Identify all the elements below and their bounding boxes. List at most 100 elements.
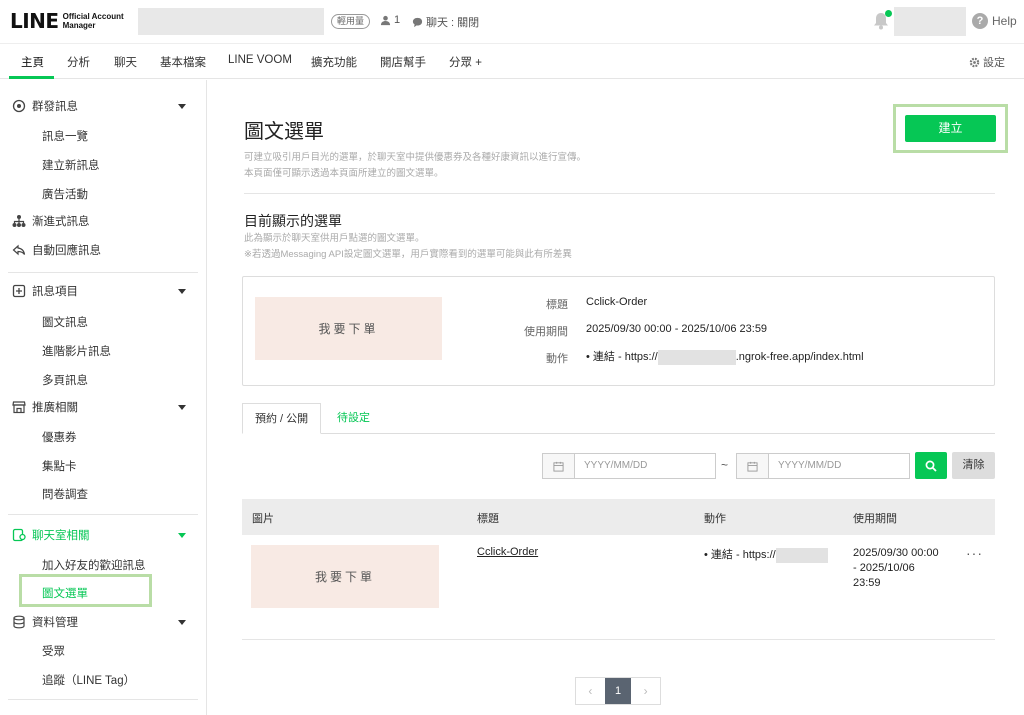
active-tab-indicator (9, 76, 54, 79)
sidebar-group-broadcast-label: 群發訊息 (32, 101, 78, 113)
sidebar-item-card-message[interactable]: 圖文訊息 (42, 314, 88, 330)
redacted-url (657, 349, 736, 365)
current-menu-description-line-1: 此為顯示於聊天室供用戶點選的圖文選單。 (244, 233, 425, 244)
line-logo[interactable]: LINE Official Account Manager (10, 9, 124, 33)
date-separator: ~ (721, 458, 729, 472)
sidebar-item-multi-page-message[interactable]: 多頁訊息 (42, 372, 88, 388)
plus-box-icon (12, 284, 26, 298)
sidebar-item-tracking[interactable]: 追蹤（LINE Tag） (42, 672, 135, 688)
sidebar-item-new-message[interactable]: 建立新訊息 (42, 157, 100, 173)
tab-chat[interactable]: 聊天 (114, 54, 137, 70)
row-action-prefix: 連結 - https:// (710, 549, 776, 561)
notification-dot (885, 10, 892, 17)
search-button[interactable] (915, 452, 947, 479)
help-label: Help (992, 14, 1017, 28)
sidebar-divider (8, 699, 198, 700)
notification-bell-icon[interactable] (873, 10, 892, 30)
reply-icon (12, 244, 26, 256)
tab-profile[interactable]: 基本檔案 (160, 54, 206, 70)
tab-analytics[interactable]: 分析 (67, 54, 90, 70)
end-date-field[interactable]: YYYY/MM/DD (736, 453, 910, 479)
rich-menu-thumbnail-text: 我要下單 (318, 322, 379, 336)
title-label: 標題 (546, 299, 568, 311)
tab-shop-helper[interactable]: 開店幫手 (380, 54, 426, 70)
main-nav: 主頁 分析 聊天 基本檔案 LINE VOOM 擴充功能 開店幫手 分眾 + (0, 44, 1024, 79)
sidebar-item-welcome-message[interactable]: 加入好友的歡迎訊息 (42, 557, 146, 573)
tab-line-voom[interactable]: LINE VOOM (228, 54, 292, 66)
row-thumbnail[interactable]: 我要下單 (251, 545, 439, 608)
action-label: 動作 (546, 353, 568, 365)
sidebar-group-chatroom-label: 聊天室相關 (32, 530, 90, 542)
sidebar-item-message-list[interactable]: 訊息一覽 (42, 128, 88, 144)
start-date-field[interactable]: YYYY/MM/DD (542, 453, 716, 479)
sidebar-divider (8, 272, 198, 273)
title-value: Cclick-Order (586, 296, 648, 308)
search-icon (925, 460, 937, 472)
chat-status-text: 聊天 : 關閉 (426, 17, 480, 29)
friends-count-value: 1 (394, 14, 401, 26)
sidebar-item-audience[interactable]: 受眾 (42, 643, 65, 659)
sidebar-item-auto-reply-label: 自動回應訊息 (32, 245, 101, 257)
row-title-link[interactable]: Cclick-Order (477, 546, 538, 558)
tab-pending[interactable]: 待設定 (325, 403, 382, 434)
column-header-title: 標題 (477, 513, 499, 525)
user-account-box[interactable] (894, 7, 966, 36)
chevron-down-icon[interactable] (178, 620, 186, 625)
broadcast-icon (12, 99, 26, 113)
plan-badge: 輕用量 (331, 14, 371, 29)
logo-subtext: Official Account Manager (63, 12, 124, 30)
prev-page-button[interactable]: ‹ (576, 678, 605, 704)
settings-link[interactable]: 設定 (969, 54, 1005, 70)
page-title: 圖文選單 (244, 121, 324, 143)
sidebar-group-broadcast[interactable]: 群發訊息 (12, 98, 78, 114)
sidebar-item-video-message[interactable]: 進階影片訊息 (42, 343, 111, 359)
status-tabs: 預約 / 公開 待設定 (242, 403, 995, 434)
tab-home[interactable]: 主頁 (21, 54, 44, 70)
logo-subtext-1: Official Account (62, 12, 124, 21)
chevron-down-icon[interactable] (178, 289, 186, 294)
sidebar-group-data-management[interactable]: 資料管理 (12, 614, 78, 630)
next-page-button[interactable]: › (631, 678, 660, 704)
rich-menu-highlight-box (19, 574, 152, 607)
chevron-down-icon[interactable] (178, 533, 186, 538)
settings-label: 設定 (983, 57, 1005, 69)
sidebar-item-coupon[interactable]: 優惠券 (42, 429, 77, 445)
column-header-action: 動作 (704, 513, 726, 525)
more-options-icon[interactable]: ··· (966, 545, 983, 561)
sidebar-group-message-items[interactable]: 訊息項目 (12, 283, 78, 299)
sidebar-item-auto-reply[interactable]: 自動回應訊息 (12, 242, 101, 258)
sidebar-group-promotion[interactable]: 推廣相關 (12, 399, 78, 415)
sidebar-item-step-messages[interactable]: 漸進式訊息 (12, 213, 90, 229)
main-content: 圖文選單 可建立吸引用戶目光的選單，於聊天室中提供優惠券及各種好康資訊以進行宣傳… (208, 80, 1024, 715)
chevron-down-icon[interactable] (178, 405, 186, 410)
sidebar-group-chatroom[interactable]: 聊天室相關 (12, 527, 90, 543)
table-header: 圖片 標題 動作 使用期間 (242, 499, 995, 535)
sidebar-item-survey[interactable]: 問卷調查 (42, 486, 88, 502)
sidebar-item-point-card[interactable]: 集點卡 (42, 458, 77, 474)
rich-menu-thumbnail: 我要下單 (255, 297, 442, 360)
tab-published[interactable]: 預約 / 公開 (242, 403, 322, 434)
sidebar-item-ads[interactable]: 廣告活動 (42, 186, 88, 202)
create-button-highlight: 建立 (893, 104, 1008, 153)
clear-button[interactable]: 清除 (952, 452, 995, 479)
tab-segments[interactable]: 分眾 + (449, 54, 482, 70)
row-period: 2025/09/30 00:00 - 2025/10/06 23:59 (853, 546, 939, 591)
row-action: • 連結 - https:// (704, 546, 828, 563)
chat-bubble-icon (412, 17, 423, 27)
sidebar-item-step-messages-label: 漸進式訊息 (32, 216, 90, 228)
chevron-down-icon[interactable] (178, 104, 186, 109)
help-link[interactable]: ? Help (972, 13, 1017, 29)
start-date-placeholder: YYYY/MM/DD (584, 460, 648, 471)
page-description: 可建立吸引用戶目光的選單，於聊天室中提供優惠券及各種好康資訊以進行宣傳。 本頁面… (244, 150, 586, 182)
tab-extensions[interactable]: 擴充功能 (311, 54, 357, 70)
create-button[interactable]: 建立 (905, 115, 996, 142)
sidebar-divider (8, 514, 198, 515)
chat-status[interactable]: 聊天 : 關閉 (412, 14, 479, 30)
page-1-button[interactable]: 1 (604, 678, 632, 704)
account-selector[interactable] (138, 8, 324, 35)
row-period-line-1: 2025/09/30 00:00 (853, 547, 939, 559)
current-menu-description: 此為顯示於聊天室供用戶點選的圖文選單。 ※若透過Messaging API設定圖… (244, 231, 572, 263)
gear-icon (969, 57, 980, 67)
period-label: 使用期間 (524, 326, 568, 338)
pagination: ‹ 1 › (575, 677, 661, 705)
